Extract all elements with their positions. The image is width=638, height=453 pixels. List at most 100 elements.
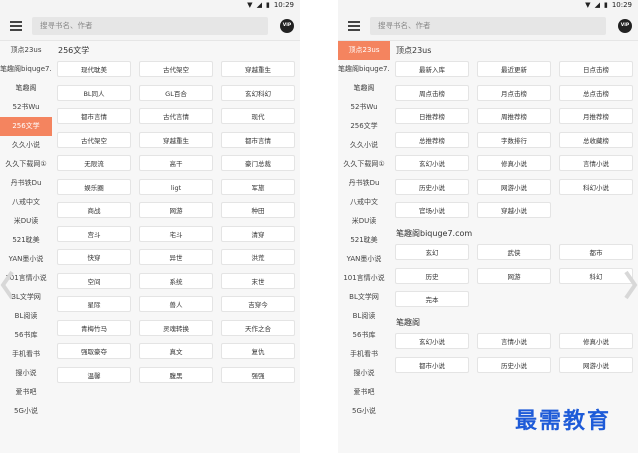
sidebar-item[interactable]: 米DU读 <box>338 212 390 231</box>
category-button[interactable]: 军旅 <box>221 178 295 195</box>
category-button[interactable]: 日推荐榜 <box>395 108 469 124</box>
category-button[interactable]: 最新入库 <box>395 61 469 77</box>
sidebar-item[interactable]: 八戒中文 <box>338 193 390 212</box>
category-button[interactable]: 都市言情 <box>57 108 131 124</box>
category-button[interactable]: 商战 <box>57 202 131 218</box>
sidebar-item[interactable]: 手机看书 <box>338 345 390 364</box>
category-button[interactable]: 天作之合 <box>221 319 295 336</box>
category-button[interactable]: 修真小说 <box>559 333 633 349</box>
search-input[interactable]: 搜寻书名、作者 <box>32 17 268 35</box>
category-button[interactable]: 系统 <box>139 272 213 289</box>
category-button[interactable]: 洪荒 <box>221 249 295 265</box>
category-button[interactable]: 历史小说 <box>395 178 469 195</box>
category-button[interactable]: 穿越小说 <box>477 202 551 218</box>
category-button[interactable]: 温馨 <box>57 366 131 383</box>
category-button[interactable]: 网游 <box>477 267 551 284</box>
category-button[interactable]: 最近更新 <box>477 61 551 77</box>
category-button[interactable]: 豪门总裁 <box>221 155 295 171</box>
category-button[interactable]: 科幻小说 <box>559 178 633 195</box>
sidebar-item[interactable]: 久久下载网① <box>0 155 52 174</box>
category-button[interactable]: 真文 <box>139 343 213 359</box>
category-button[interactable]: 网游 <box>139 202 213 218</box>
sidebar-item[interactable]: 久久下载网① <box>338 155 390 174</box>
sidebar-item[interactable]: 笔趣阁biquge7... <box>338 60 390 79</box>
sidebar-item[interactable]: 米DU读 <box>0 212 52 231</box>
sidebar-item[interactable]: YAN墨小说 <box>338 250 390 269</box>
sidebar-item[interactable]: 手机看书 <box>0 345 52 364</box>
category-button[interactable]: 星际 <box>57 296 131 312</box>
category-button[interactable]: 现代 <box>221 108 295 124</box>
category-button[interactable]: 宅斗 <box>139 225 213 242</box>
category-button[interactable]: 强取豪夺 <box>57 343 131 359</box>
category-button[interactable]: 周推荐榜 <box>477 108 551 124</box>
search-input[interactable]: 搜寻书名、作者 <box>370 17 606 35</box>
sidebar-item[interactable]: 爱书吧 <box>0 383 52 402</box>
sidebar-item[interactable]: 久久小说 <box>338 136 390 155</box>
category-button[interactable]: 玄幻小说 <box>395 333 469 349</box>
category-button[interactable]: 兽人 <box>139 296 213 312</box>
category-button[interactable]: 古代架空 <box>57 131 131 148</box>
category-button[interactable]: 日点击榜 <box>559 61 633 77</box>
category-button[interactable]: 周点击榜 <box>395 84 469 101</box>
category-button[interactable]: 腹黑 <box>139 366 213 383</box>
sidebar-item[interactable]: 搜小说 <box>0 364 52 383</box>
sidebar-item[interactable]: 256文学 <box>0 117 52 136</box>
vip-icon[interactable]: VIP <box>280 19 294 33</box>
category-button[interactable]: 字数排行 <box>477 131 551 148</box>
sidebar-item[interactable]: BL阅读 <box>338 307 390 326</box>
next-arrow-icon[interactable] <box>624 270 638 300</box>
category-button[interactable]: 总推荐榜 <box>395 131 469 148</box>
category-button[interactable]: ligt <box>139 178 213 195</box>
category-button[interactable]: 月点击榜 <box>477 84 551 101</box>
category-button[interactable]: 都市 <box>559 244 633 260</box>
category-button[interactable]: 修真小说 <box>477 155 551 171</box>
category-button[interactable]: 古代言情 <box>139 108 213 124</box>
category-button[interactable]: 玄幻 <box>395 244 469 260</box>
sidebar-item[interactable]: BL阅读 <box>0 307 52 326</box>
sidebar-item[interactable]: 顶点23us <box>0 41 52 60</box>
category-button[interactable]: 科幻 <box>559 267 633 284</box>
category-button[interactable]: 玄幻科幻 <box>221 84 295 101</box>
category-button[interactable]: 都市言情 <box>221 131 295 148</box>
category-button[interactable]: 武侠 <box>477 244 551 260</box>
category-button[interactable]: 高干 <box>139 155 213 171</box>
sidebar-item[interactable]: 笔趣阁 <box>0 79 52 98</box>
menu-icon[interactable] <box>10 21 22 31</box>
category-button[interactable]: 历史 <box>395 267 469 284</box>
sidebar-item[interactable]: 101言情小说 <box>338 269 390 288</box>
category-button[interactable]: GL百合 <box>139 84 213 101</box>
category-button[interactable]: 强强 <box>221 366 295 383</box>
vip-icon[interactable]: VIP <box>618 19 632 33</box>
sidebar-item[interactable]: 丹书铁Du <box>338 174 390 193</box>
category-button[interactable]: 快穿 <box>57 249 131 265</box>
category-button[interactable]: 完本 <box>395 291 469 307</box>
category-button[interactable]: 总点击榜 <box>559 84 633 101</box>
category-button[interactable]: 总收藏榜 <box>559 131 633 148</box>
category-button[interactable]: 穿越重生 <box>139 131 213 148</box>
category-button[interactable]: 玄幻小说 <box>395 155 469 171</box>
sidebar-item[interactable]: 521耽美 <box>0 231 52 250</box>
sidebar-item[interactable]: 256文学 <box>338 117 390 136</box>
sidebar-item[interactable]: 爱书吧 <box>338 383 390 402</box>
category-button[interactable]: 灵魂转换 <box>139 319 213 336</box>
category-button[interactable]: 月推荐榜 <box>559 108 633 124</box>
category-button[interactable]: 宫斗 <box>57 225 131 242</box>
sidebar-item[interactable]: 笔趣阁 <box>338 79 390 98</box>
sidebar-item[interactable]: 5G小说 <box>0 402 52 421</box>
sidebar-item[interactable]: 八戒中文 <box>0 193 52 212</box>
category-button[interactable]: 历史小说 <box>477 356 551 373</box>
sidebar-item[interactable]: 笔趣阁biquge7... <box>0 60 52 79</box>
category-button[interactable]: 古代架空 <box>139 61 213 77</box>
category-button[interactable]: 言情小说 <box>559 155 633 171</box>
category-button[interactable]: 复仇 <box>221 343 295 359</box>
category-button[interactable]: BL同人 <box>57 84 131 101</box>
sidebar-item[interactable]: 52书Wu <box>338 98 390 117</box>
category-button[interactable]: 吉穿今 <box>221 296 295 312</box>
category-button[interactable]: 无限流 <box>57 155 131 171</box>
category-button[interactable]: 娱乐圈 <box>57 178 131 195</box>
category-button[interactable]: 异世 <box>139 249 213 265</box>
category-button[interactable]: 言情小说 <box>477 333 551 349</box>
category-button[interactable]: 青梅竹马 <box>57 319 131 336</box>
category-button[interactable]: 都市小说 <box>395 356 469 373</box>
category-button[interactable]: 种田 <box>221 202 295 218</box>
